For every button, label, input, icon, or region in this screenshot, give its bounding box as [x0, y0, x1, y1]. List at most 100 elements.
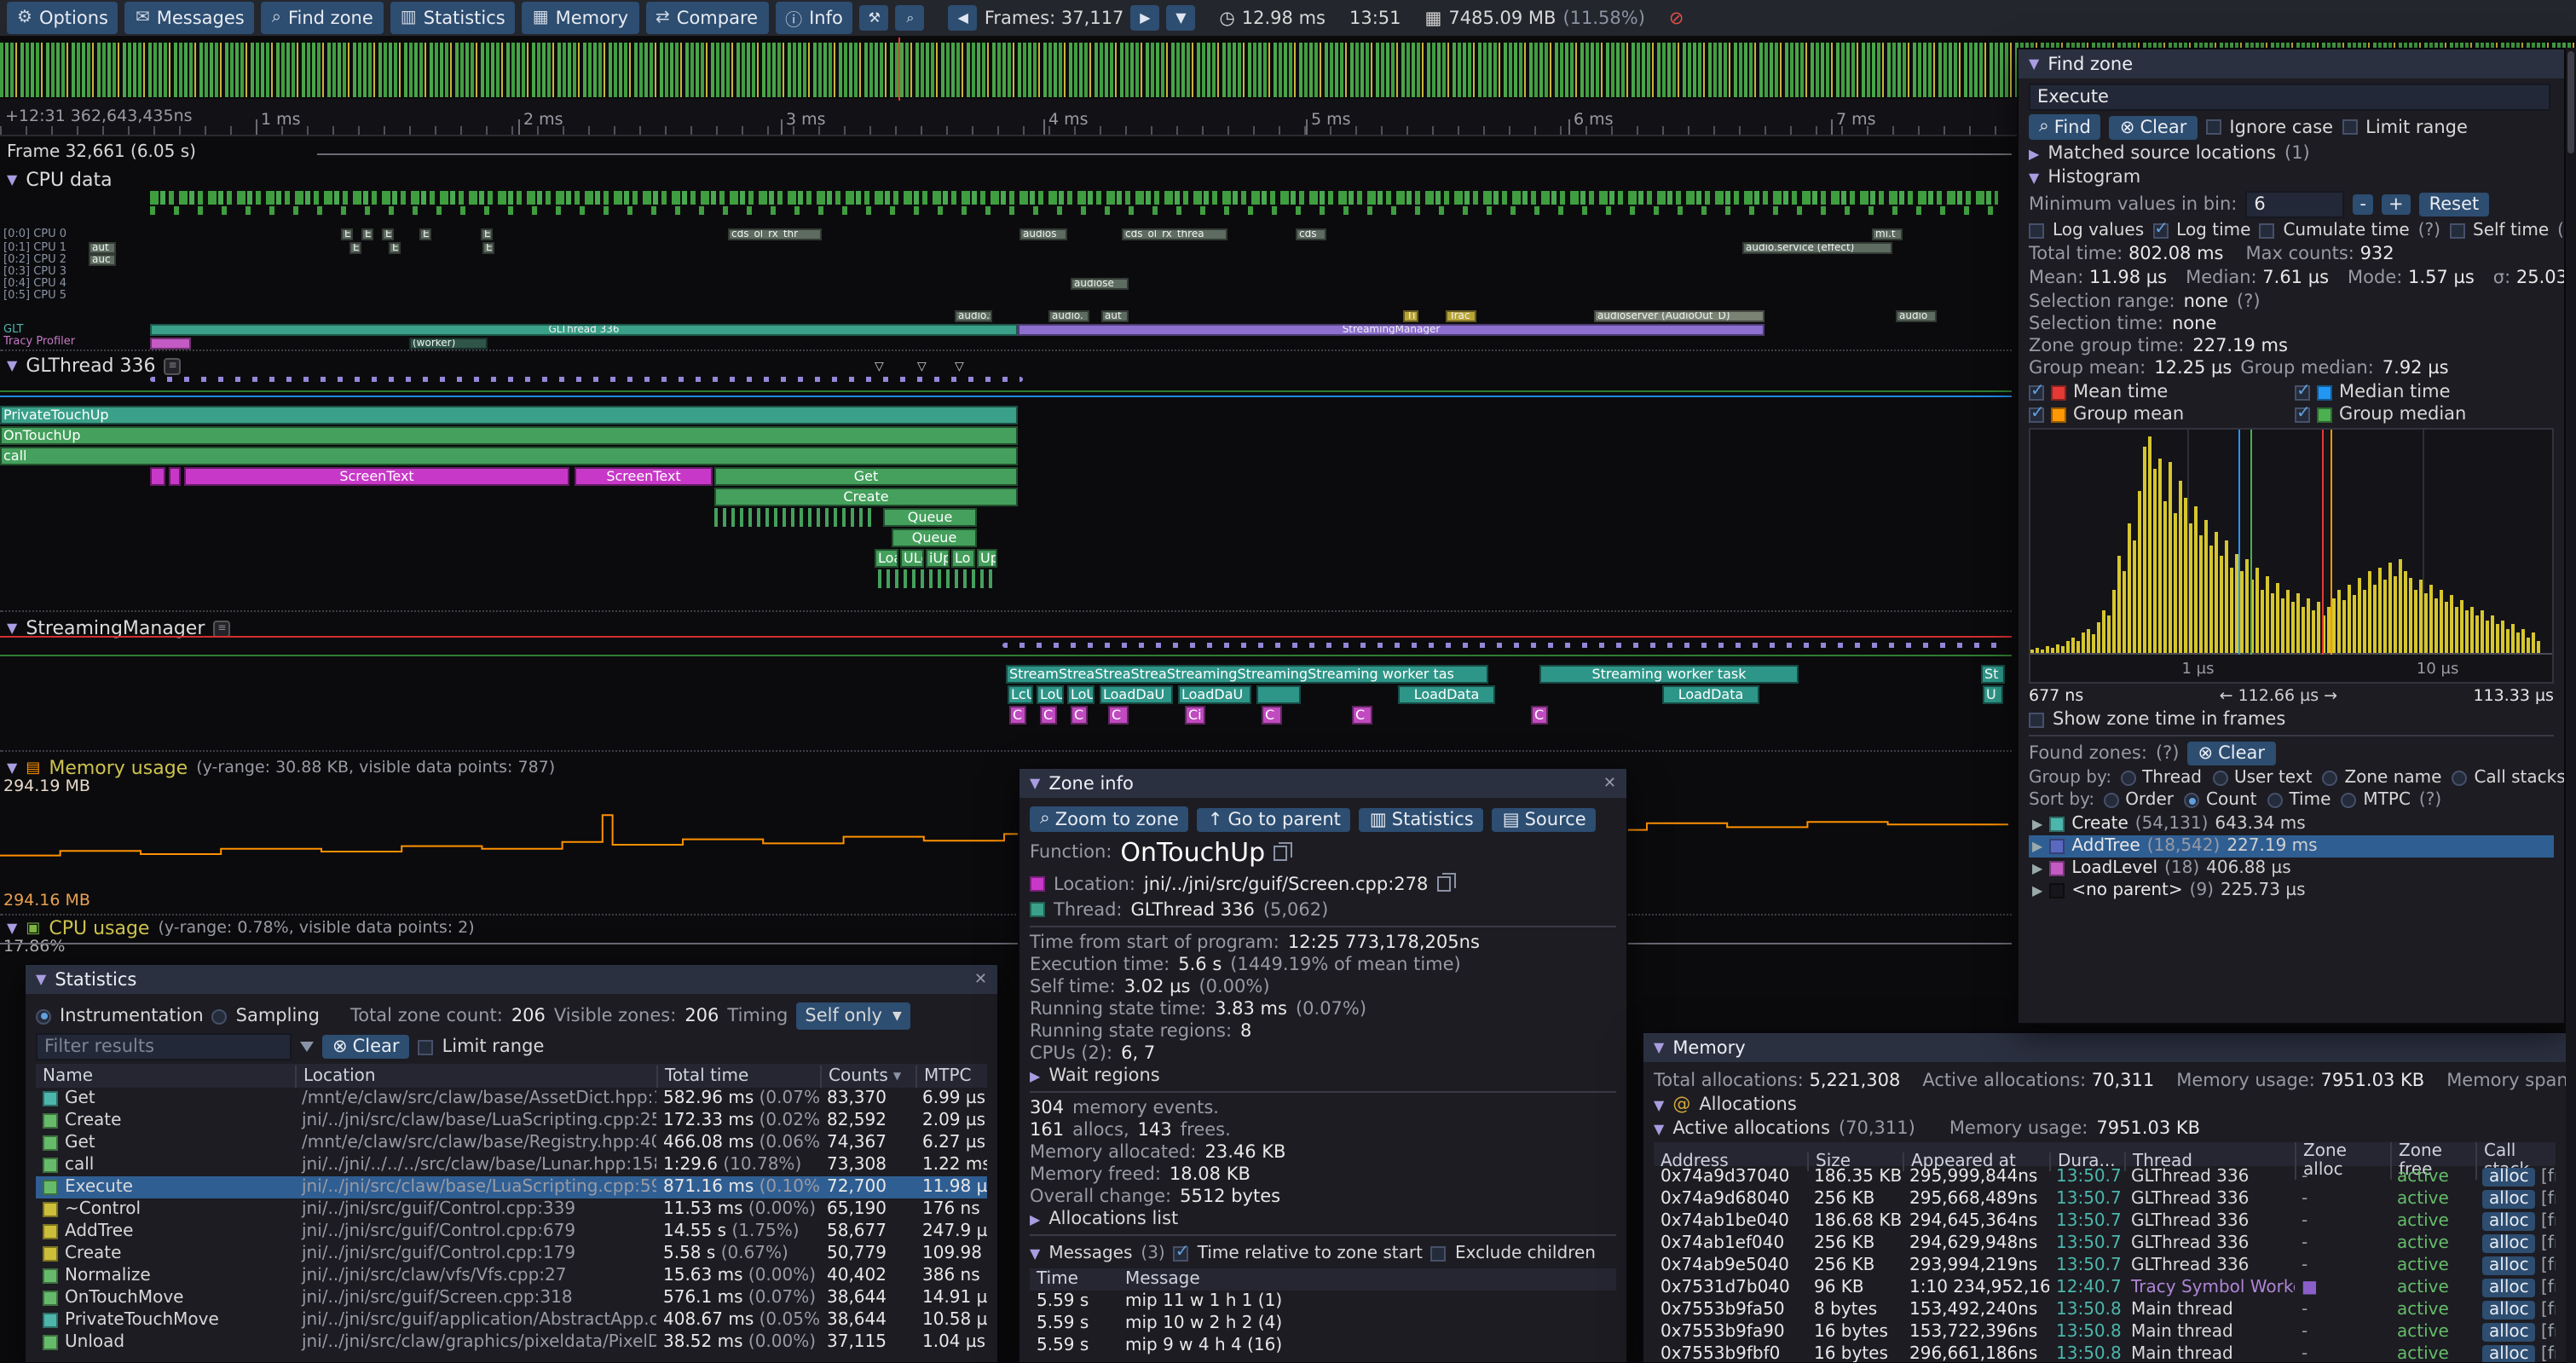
sort-by-option[interactable]: Order [2103, 791, 2174, 810]
col-name[interactable]: Name [36, 1065, 295, 1087]
zone-info-titlebar[interactable]: ▼ Zone info ✕ [1019, 769, 1626, 798]
legend-item[interactable]: Group mean [2029, 404, 2284, 424]
legend-item[interactable]: Group median [2295, 404, 2554, 424]
allocation-row[interactable]: 0x74ab9e5040 256 KB 293,994,219ns 13:50.… [1654, 1255, 2556, 1277]
vertical-scrollbar[interactable] [2566, 48, 2576, 1363]
toolbar-button[interactable]: ▦ Memory [523, 2, 638, 34]
scrollbar-thumb[interactable] [2567, 51, 2574, 153]
stats-clear-button[interactable]: ⊗Clear [322, 1035, 410, 1059]
hint-icon[interactable]: (?) [2237, 292, 2261, 312]
log-values-checkbox[interactable] [2029, 223, 2044, 239]
toolbar-button[interactable]: ▥ Statistics [390, 2, 516, 34]
zone-info-button[interactable]: ▥ Statistics [1360, 807, 1484, 831]
hint-icon[interactable]: (?) [2156, 743, 2180, 764]
exclude-children-checkbox[interactable] [1431, 1245, 1447, 1261]
statistics-table-header[interactable]: Name Location Total time Counts▼ MTPC [36, 1064, 987, 1088]
alloc-address[interactable]: 0x74ab1be040 [1654, 1212, 1807, 1231]
alloc-callstack-button[interactable]: alloc [2482, 1212, 2536, 1231]
table-row[interactable]: AddTree jni/../jni/src/guif/Control.cpp:… [36, 1221, 987, 1243]
bin-reset-button[interactable]: Reset [2419, 193, 2490, 217]
toolbar-button[interactable]: ⚙ Options [7, 2, 118, 34]
memory-usage-graph[interactable] [0, 777, 2008, 912]
find-zone-query-input[interactable] [2029, 84, 2550, 111]
log-time-checkbox[interactable] [2152, 223, 2168, 239]
alloc-callstack-button[interactable]: alloc [2482, 1345, 2536, 1363]
legend-checkbox[interactable] [2295, 384, 2310, 400]
histogram-section-label[interactable]: Histogram [2048, 167, 2140, 188]
sort-by-option[interactable]: Time [2267, 791, 2331, 810]
alloc-callstack-button[interactable]: alloc [2482, 1279, 2536, 1297]
alloc-address[interactable]: 0x74ab9e5040 [1654, 1256, 1807, 1275]
alloc-address[interactable]: 0x7553b9fa90 [1654, 1323, 1807, 1342]
active-allocations-label[interactable]: Active allocations [1672, 1118, 1830, 1139]
group-by-option[interactable]: Call stacks [2452, 769, 2564, 788]
timeline-zone[interactable]: Ci [1185, 706, 1205, 725]
collapse-icon[interactable]: ▼ [1654, 1121, 1664, 1136]
allocations-list-label[interactable]: Allocations list [1048, 1209, 1178, 1229]
table-row[interactable]: OnTouchMove jni/../jni/src/guif/Screen.c… [36, 1287, 987, 1309]
message-row[interactable]: 5.59 s mip 11 w 1 h 1 (1) [1030, 1291, 1616, 1313]
col-total-time[interactable]: Total time [656, 1065, 820, 1087]
allocation-row[interactable]: 0x7553b9fbf0 16 bytes 296,661,186ns 13:5… [1654, 1343, 2556, 1363]
timeline-zone[interactable]: LoU [1037, 685, 1064, 704]
timing-select[interactable]: Self only ▼ [796, 1002, 910, 1030]
filter-icon[interactable] [300, 1042, 314, 1059]
expand-icon[interactable]: ▶ [2032, 817, 2042, 832]
memory-table-header[interactable]: Address Size Appeared at Dura... Thread … [1654, 1142, 2556, 1166]
copy-icon[interactable] [1274, 845, 1287, 860]
notification-muted-icon[interactable]: ⊘ [1669, 8, 1684, 28]
alloc-callstack-button[interactable]: alloc [2482, 1323, 2536, 1342]
timeline-zone[interactable]: C [1009, 706, 1026, 725]
allocation-row[interactable]: 0x7553b9fa90 16 bytes 153,722,396ns 13:5… [1654, 1321, 2556, 1343]
group-by-option[interactable]: Zone name [2322, 769, 2441, 788]
toolbar-button[interactable]: ⇄ Compare [645, 2, 768, 34]
group-by-option[interactable]: User text [2212, 769, 2312, 788]
cpu-usage-header[interactable]: ▼ ▣ CPU usage (y-range: 0.78%, visible d… [7, 917, 475, 939]
filter-results-input[interactable] [36, 1033, 292, 1060]
timeline-zone[interactable]: C [1108, 706, 1129, 725]
copy-icon[interactable] [1436, 876, 1450, 892]
min-bin-input[interactable] [2245, 191, 2344, 218]
sort-by-option[interactable]: Count [2184, 791, 2256, 810]
timeline-zone[interactable]: St [1981, 665, 2005, 684]
message-row[interactable]: 5.59 s mip 9 w 4 h 4 (16) [1030, 1335, 1616, 1357]
legend-checkbox[interactable] [2295, 407, 2310, 422]
timeline-zone[interactable]: LoadData [1398, 685, 1495, 704]
close-icon[interactable]: ✕ [1603, 775, 1616, 792]
wait-regions-label[interactable]: Wait regions [1048, 1066, 1159, 1086]
toolbar-button[interactable]: ⓘ Info [775, 2, 853, 34]
alloc-callstack-button[interactable]: alloc [2482, 1190, 2536, 1209]
zone-info-button[interactable]: ⌕ Zoom to zone [1030, 806, 1189, 832]
expand-icon[interactable]: ▶ [2032, 883, 2042, 898]
alloc-address[interactable]: 0x74a9d37040 [1654, 1168, 1807, 1187]
table-row[interactable]: ~Control jni/../jni/src/guif/Control.cpp… [36, 1198, 987, 1221]
timeline-zone[interactable]: LoadData [1662, 685, 1759, 704]
hint-icon[interactable]: (?) [2418, 222, 2440, 240]
prev-frame-button[interactable]: ◀ [949, 5, 978, 31]
found-zone-group[interactable]: ▶ LoadLevel (18) 406.88 µs [2029, 858, 2554, 880]
close-icon[interactable]: ✕ [974, 971, 987, 988]
alloc-callstack-button[interactable]: alloc [2482, 1256, 2536, 1275]
col-mtpc[interactable]: MTPC [915, 1065, 987, 1087]
allocation-row[interactable]: 0x7531d7b040 96 KB 1:10 234,952,161 12:4… [1654, 1277, 2556, 1299]
matched-locations-label[interactable]: Matched source locations [2048, 143, 2276, 164]
col-location[interactable]: Location [295, 1065, 656, 1087]
fz-limit-range-checkbox[interactable] [2342, 119, 2357, 135]
timeline-zone[interactable]: C [1531, 706, 1548, 725]
toolbar-button[interactable]: ✉ Messages [125, 2, 255, 34]
memory-titlebar[interactable]: ▼ Memory [1643, 1033, 2566, 1062]
table-row[interactable]: Get /mnt/e/claw/src/claw/base/AssetDict.… [36, 1088, 987, 1110]
next-frame-button[interactable]: ▶ [1130, 5, 1159, 31]
toolbar-button[interactable]: ⌕ Find zone [262, 2, 384, 34]
allocation-row[interactable]: 0x74a9d68040 256 KB 295,668,489ns 13:50.… [1654, 1188, 2556, 1210]
ignore-case-checkbox[interactable] [2205, 119, 2221, 135]
timeline-zone[interactable]: C [1352, 706, 1372, 725]
expand-icon[interactable]: ▶ [1030, 1211, 1040, 1227]
table-row[interactable]: Create jni/../jni/src/claw/base/LuaScrip… [36, 1110, 987, 1132]
collapse-icon[interactable]: ▼ [1030, 1245, 1040, 1261]
alloc-address[interactable]: 0x7531d7b040 [1654, 1279, 1807, 1297]
allocations-header[interactable]: Allocations [1699, 1094, 1796, 1115]
bin-minus-button[interactable]: - [2353, 194, 2373, 215]
table-row[interactable]: Get /mnt/e/claw/src/claw/base/Registry.h… [36, 1132, 987, 1154]
stats-limit-range-checkbox[interactable] [419, 1039, 434, 1054]
